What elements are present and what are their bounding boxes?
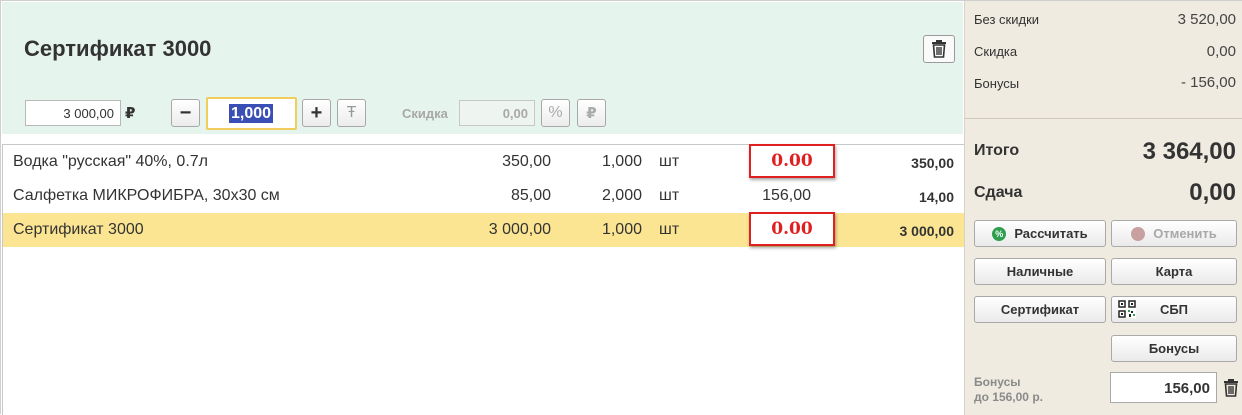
quantity-value: 1,000 <box>229 104 274 123</box>
item-discount: 0.00 <box>771 219 813 239</box>
receipt-table: Водка "русская" 40%, 0.7л 350,00 1,000 ш… <box>2 144 964 415</box>
item-price: 3 000,00 <box>488 221 551 238</box>
table-row[interactable]: Водка "русская" 40%, 0.7л 350,00 1,000 ш… <box>3 144 964 179</box>
item-discount-highlight: 0.00 <box>749 144 835 178</box>
trash-icon <box>1224 379 1238 397</box>
currency-symbol: ₽ <box>125 105 136 122</box>
discount-input[interactable]: 0,00 <box>459 100 535 126</box>
item-sum: 350,00 <box>911 155 954 171</box>
item-price: 85,00 <box>510 187 551 204</box>
bonuses-button[interactable]: Бонусы <box>1111 335 1237 362</box>
item-name: Салфетка МИКРОФИБРА, 30х30 см <box>13 187 280 204</box>
sbp-button[interactable]: СБП <box>1111 296 1237 323</box>
ruble-discount-button[interactable]: ₽ <box>577 99 606 127</box>
receipt-panel: Сертификат 3000 3 000,00 ₽ − 1,000 + Ŧ С… <box>1 1 964 415</box>
item-discount-highlight: 0.00 <box>749 212 835 246</box>
text-input-button[interactable]: Ŧ <box>337 99 366 127</box>
discount-total-label: Скидка <box>974 44 1018 59</box>
cash-button[interactable]: Наличные <box>974 258 1106 285</box>
payment-panel: Без скидки 3 520,00 Скидка 0,00 Бонусы -… <box>964 1 1242 415</box>
product-editor: Сертификат 3000 3 000,00 ₽ − 1,000 + Ŧ С… <box>2 2 963 134</box>
cash-label: Наличные <box>1006 264 1074 279</box>
qr-code-icon <box>1118 300 1136 318</box>
table-row[interactable]: Салфетка МИКРОФИБРА, 30х30 см 85,00 2,00… <box>3 179 964 213</box>
item-price: 350,00 <box>502 153 551 170</box>
ruble-icon: ₽ <box>586 105 597 122</box>
bonus-note-title: Бонусы <box>974 375 1021 389</box>
delete-item-button[interactable] <box>923 35 955 63</box>
bonus-total-value: - 156,00 <box>1180 74 1236 91</box>
item-unit: шт <box>659 153 680 170</box>
calculate-button[interactable]: % Рассчитать <box>974 220 1106 247</box>
item-sum: 14,00 <box>918 189 954 205</box>
cancel-label: Отменить <box>1153 226 1217 241</box>
pos-window: Сертификат 3000 3 000,00 ₽ − 1,000 + Ŧ С… <box>0 0 1242 415</box>
calculate-icon: % <box>992 226 1007 241</box>
text-icon: Ŧ <box>346 104 357 121</box>
card-label: Карта <box>1155 264 1193 279</box>
sbp-label: СБП <box>1159 302 1189 317</box>
quantity-input[interactable]: 1,000 <box>206 97 297 130</box>
price-input[interactable]: 3 000,00 <box>25 100 121 126</box>
bonus-amount-input[interactable]: 156,00 <box>1110 372 1217 403</box>
discount-label: Скидка <box>402 106 448 121</box>
item-unit: шт <box>659 221 680 238</box>
trash-icon <box>932 40 946 58</box>
item-quantity: 1,000 <box>601 153 642 170</box>
bonus-limit-note: Бонусы до 156,00 р. <box>974 375 1043 405</box>
item-discount: 0.00 <box>771 151 813 171</box>
item-quantity: 1,000 <box>601 221 642 238</box>
certificate-label: Сертификат <box>1000 302 1080 317</box>
item-unit: шт <box>659 187 680 204</box>
bonus-total-label: Бонусы <box>974 76 1020 91</box>
item-discount: 156,00 <box>762 187 811 204</box>
clear-bonus-button[interactable] <box>1221 377 1241 399</box>
discount-total-value: 0,00 <box>1206 43 1236 60</box>
cancel-icon <box>1131 226 1146 241</box>
bonus-note-limit: до 156,00 р. <box>974 390 1043 404</box>
percent-discount-button[interactable]: % <box>541 99 570 127</box>
total-label: Итого <box>974 142 1020 159</box>
increase-quantity-button[interactable]: + <box>302 99 331 127</box>
change-value: 0,00 <box>1189 179 1236 206</box>
bonuses-label: Бонусы <box>1148 341 1200 356</box>
item-quantity: 2,000 <box>601 187 642 204</box>
item-name: Водка "русская" 40%, 0.7л <box>13 153 208 170</box>
card-button[interactable]: Карта <box>1111 258 1237 285</box>
percent-icon: % <box>548 104 563 121</box>
table-row-selected[interactable]: Сертификат 3000 3 000,00 1,000 шт 0.00 3… <box>3 212 964 247</box>
plus-icon: + <box>310 101 323 124</box>
product-title: Сертификат 3000 <box>24 36 212 61</box>
item-sum: 3 000,00 <box>899 223 955 239</box>
no-discount-label: Без скидки <box>974 12 1040 27</box>
calculate-label: Рассчитать <box>1014 226 1088 241</box>
minus-icon: − <box>179 101 192 124</box>
item-name: Сертификат 3000 <box>13 221 144 238</box>
summary-divider <box>965 118 1242 119</box>
cancel-button[interactable]: Отменить <box>1111 220 1237 247</box>
total-value: 3 364,00 <box>1142 138 1236 165</box>
decrease-quantity-button[interactable]: − <box>171 99 200 127</box>
certificate-button[interactable]: Сертификат <box>974 296 1106 323</box>
no-discount-value: 3 520,00 <box>1177 11 1236 28</box>
change-label: Сдача <box>974 184 1023 201</box>
